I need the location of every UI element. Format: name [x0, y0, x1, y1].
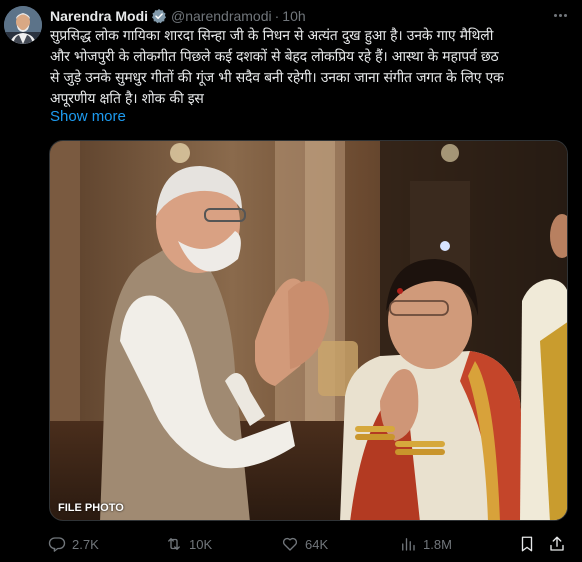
more-options-icon[interactable] [550, 8, 570, 22]
tweet-text-line: से जुड़े उनके सुमधुर गीतों की गूंज भी सद… [50, 70, 504, 86]
reply-icon [48, 537, 66, 552]
retweet-button[interactable]: 10K [165, 533, 212, 555]
like-count: 64K [305, 536, 329, 552]
views-count: 1.8M [423, 536, 452, 552]
show-more-link[interactable]: Show more [50, 108, 126, 125]
tweet-media-photo[interactable]: FILE PHOTO [49, 140, 568, 521]
share-icon [550, 536, 564, 551]
header-separator: · [274, 8, 280, 24]
retweet-icon [168, 538, 180, 550]
tweet-text-line: और भोजपुरी के लोकगीत पिछले कई दशकों से ब… [50, 49, 499, 65]
reply-count: 2.7K [72, 536, 99, 552]
avatar-image [4, 6, 42, 44]
tweet-text-line: सुप्रसिद्ध लोक गायिका शारदा सिन्हा जी के… [50, 28, 494, 44]
bookmark-icon [521, 536, 533, 552]
tweet-header: Narendra Modi @narendramodi · 10h [50, 6, 306, 26]
author-avatar[interactable] [4, 6, 42, 44]
retweet-count: 10K [189, 536, 213, 552]
tweet-card: Narendra Modi @narendramodi · 10h सुप्रस… [0, 0, 582, 562]
tweet-text-line: अपूरणीय क्षति है। शोक की इस [50, 91, 204, 107]
reply-button[interactable]: 2.7K [48, 533, 99, 555]
bookmark-button[interactable] [518, 533, 536, 555]
like-button[interactable]: 64K [281, 533, 328, 555]
photo-image [50, 141, 567, 520]
heart-icon [282, 537, 298, 551]
tweet-timestamp[interactable]: 10h [282, 8, 305, 24]
views-button[interactable]: 1.8M [399, 533, 452, 555]
tweet-action-bar: 2.7K 10K 64K 1.8M [48, 533, 570, 555]
media-caption: FILE PHOTO [58, 502, 124, 514]
verified-badge-icon [151, 8, 167, 24]
tweet-text: सुप्रसिद्ध लोक गायिका शारदा सिन्हा जी के… [50, 26, 572, 110]
views-icon [402, 538, 415, 551]
author-name[interactable]: Narendra Modi [50, 8, 148, 24]
share-button[interactable] [548, 533, 566, 555]
author-handle[interactable]: @narendramodi [171, 8, 272, 24]
